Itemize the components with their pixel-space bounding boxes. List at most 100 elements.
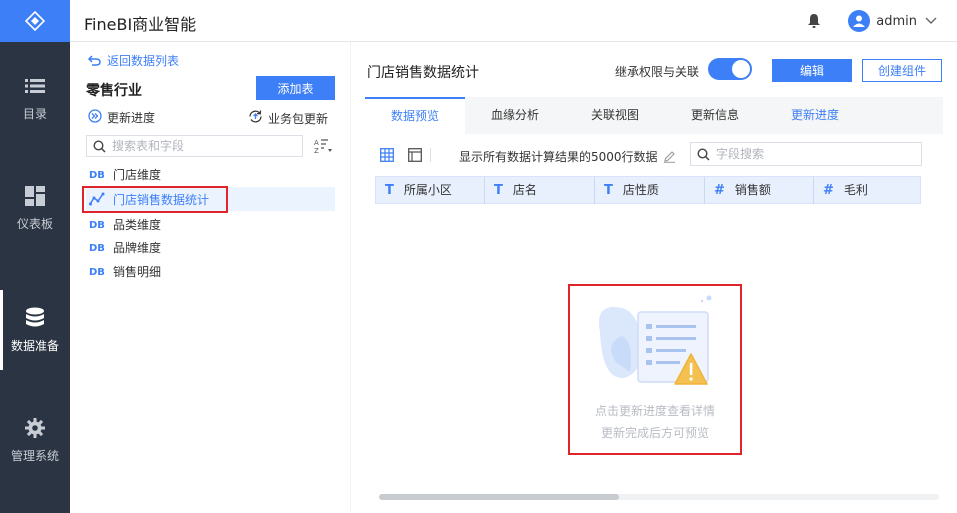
table-detail-panel: 门店销售数据统计 继承权限与关联 编辑 创建组件 数据预览 血缘分析 关联视图 … [351,42,957,513]
svg-text:A: A [314,139,319,147]
back-label: 返回数据列表 [107,54,180,68]
column-header[interactable]: # 毛利 [814,177,920,204]
number-type-icon: # [714,183,725,198]
nav-item-data-prep[interactable]: 数据准备 [0,290,70,370]
sort-icon[interactable]: AZ [314,138,334,157]
table-list-panel: 返回数据列表 零售行业 添加表 更新进度 业务包更新 AZ DB 门店维度 门店… [70,42,350,513]
search-icon [93,139,106,153]
row-count-info: 显示所有数据计算结果的5000行数据 [459,148,676,165]
table-item-sales-detail[interactable]: DB 销售明细 [86,259,335,283]
column-header[interactable]: # 销售额 [705,177,814,204]
field-view-icon[interactable] [408,148,422,165]
nav-item-dashboard[interactable]: 仪表板 [0,168,70,248]
back-to-list-link[interactable]: 返回数据列表 [88,52,179,69]
tab-data-preview[interactable]: 数据预览 [365,97,465,134]
tab-update-info[interactable]: 更新信息 [665,97,765,134]
table-item-category-dimension[interactable]: DB 品类维度 [86,212,335,236]
svg-text:DB: DB [89,170,105,180]
add-table-button[interactable]: 添加表 [256,76,335,100]
column-header[interactable]: T 店名 [485,177,595,204]
user-name: admin [876,13,917,29]
table-item-label: 销售明细 [113,264,162,279]
document-warning-illustration [598,295,712,385]
bell-icon[interactable] [807,13,821,29]
highlight-annotation [82,186,228,213]
edit-button[interactable]: 编辑 [772,59,852,82]
empty-state-line2: 更新完成后方可预览 [600,426,709,440]
table-item-label: 品牌维度 [113,240,162,255]
update-progress-label: 更新进度 [107,111,156,125]
db-table-icon: DB [89,264,105,278]
top-header: FineBI商业智能 admin [70,0,957,42]
grid-view-icon[interactable] [380,148,394,165]
row-count-text: 显示所有数据计算结果的5000行数据 [459,150,658,164]
column-label: 毛利 [843,183,868,197]
table-item-label: 门店维度 [113,167,162,182]
text-type-icon: T [494,183,503,198]
double-chevron-circle-icon [88,109,102,126]
empty-state-line1: 点击更新进度查看详情 [594,404,715,418]
column-label: 店名 [512,183,537,197]
logo-icon [25,11,45,31]
create-component-button[interactable]: 创建组件 [862,59,942,82]
svg-text:DB: DB [89,220,105,230]
column-label: 销售额 [734,183,771,197]
gear-icon [24,417,46,439]
user-icon [853,15,866,27]
tab-update-progress[interactable]: 更新进度 [765,97,865,134]
table-search-input[interactable] [112,139,292,153]
nav-label: 仪表板 [16,216,53,231]
tab-relation-view[interactable]: 关联视图 [565,97,665,134]
column-label: 店性质 [622,183,659,197]
table-item-brand-dimension[interactable]: DB 品牌维度 [86,235,335,259]
pencil-icon[interactable] [663,150,676,163]
table-item-store-dimension[interactable]: DB 门店维度 [86,162,335,186]
svg-text:DB: DB [89,243,105,253]
list-icon [24,75,46,97]
field-search-input[interactable] [716,147,916,161]
column-label: 所属小区 [403,183,452,197]
package-update-label: 业务包更新 [268,111,329,126]
database-icon [24,307,46,329]
return-arrow-icon [88,55,101,66]
field-search-box [690,142,922,166]
group-title: 零售行业 [86,83,142,99]
chevron-down-icon [925,14,937,28]
nav-rail: 目录 仪表板 数据准备 管理系统 [0,0,70,513]
toolbar-divider [430,148,431,162]
nav-label: 目录 [22,106,47,121]
svg-text:DB: DB [89,267,105,277]
preview-toolbar: 显示所有数据计算结果的5000行数据 [365,142,943,168]
user-menu[interactable]: admin [848,10,937,32]
number-type-icon: # [823,183,834,198]
nav-label: 管理系统 [10,448,59,463]
app-title: FineBI商业智能 [84,15,197,34]
avatar [848,10,871,32]
horizontal-scrollbar[interactable] [379,494,939,500]
nav-item-catalog[interactable]: 目录 [0,58,70,138]
nav-label: 数据准备 [10,338,59,353]
preview-table-header: T 所属小区 T 店名 T 店性质 # 销售额 # 毛利 [375,176,921,204]
page-title: 门店销售数据统计 [367,65,479,81]
column-header[interactable]: T 店性质 [595,177,705,204]
nav-item-admin[interactable]: 管理系统 [0,400,70,480]
table-search-box [86,135,303,157]
db-table-icon: DB [89,217,105,231]
dashboard-icon [24,185,46,207]
db-table-icon: DB [89,240,105,254]
empty-state: 点击更新进度查看详情 更新完成后方可预览 [568,284,742,455]
package-update-link[interactable]: 业务包更新 [248,109,328,127]
inherit-permission-label: 继承权限与关联 [615,65,700,79]
text-type-icon: T [604,183,613,198]
tab-lineage[interactable]: 血缘分析 [465,97,565,134]
detail-tabs: 数据预览 血缘分析 关联视图 更新信息 更新进度 [365,97,943,134]
text-type-icon: T [385,183,394,198]
search-icon [697,147,710,161]
column-header[interactable]: T 所属小区 [376,177,485,204]
inherit-permission-toggle[interactable] [708,58,752,80]
svg-text:Z: Z [314,147,319,154]
logo[interactable] [0,0,70,42]
scrollbar-thumb[interactable] [379,494,619,500]
table-item-label: 品类维度 [113,217,162,232]
update-progress-link[interactable]: 更新进度 [88,109,155,126]
